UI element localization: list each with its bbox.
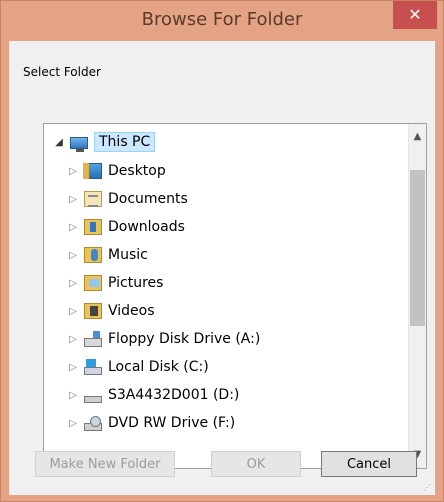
make-new-folder-button[interactable]: Make New Folder [35, 451, 175, 477]
expand-arrow-icon[interactable]: ▷ [66, 334, 80, 345]
tree-item-floppy[interactable]: ▷ Floppy Disk Drive (A:) [66, 327, 260, 351]
tree-item-label: Floppy Disk Drive (A:) [108, 331, 261, 347]
window-title: Browse For Folder [141, 9, 303, 30]
expand-arrow-icon[interactable]: ▷ [66, 194, 80, 205]
tree-item-label: S3A4432D001 (D:) [108, 387, 240, 403]
expand-arrow-icon[interactable]: ▷ [66, 306, 80, 317]
floppy-drive-icon [84, 331, 102, 347]
tree-item-pictures[interactable]: ▷ Pictures [66, 271, 163, 295]
computer-icon [70, 136, 88, 152]
title-bar[interactable]: Browse For Folder ✕ [1, 1, 443, 41]
tree-item-label: Documents [108, 191, 188, 207]
close-button[interactable]: ✕ [393, 1, 437, 29]
expand-arrow-icon[interactable]: ▷ [66, 222, 80, 233]
prompt-label: Select Folder [23, 65, 101, 79]
drive-icon [84, 396, 102, 403]
collapse-arrow-icon[interactable]: ◢ [52, 137, 66, 148]
tree-item-dvd[interactable]: ▷ DVD RW Drive (F:) [66, 411, 235, 435]
tree-item-documents[interactable]: ▷ Documents [66, 187, 188, 211]
browse-for-folder-dialog: Browse For Folder ✕ Select Folder ◢ This… [0, 0, 444, 502]
expand-arrow-icon[interactable]: ▷ [66, 362, 80, 373]
tree-item-downloads[interactable]: ▷ Downloads [66, 215, 185, 239]
tree-item-drive-d[interactable]: ▷ S3A4432D001 (D:) [66, 383, 239, 407]
tree-item-label: DVD RW Drive (F:) [108, 415, 236, 431]
tree-item-label: Pictures [108, 275, 164, 291]
pictures-folder-icon [84, 275, 102, 291]
ok-button[interactable]: OK [211, 451, 301, 477]
resize-grip-icon[interactable]: ⋰ [423, 483, 433, 493]
downloads-folder-icon [84, 219, 102, 235]
tree-item-videos[interactable]: ▷ Videos [66, 299, 155, 323]
dvd-drive-icon [84, 416, 102, 431]
documents-folder-icon [84, 191, 102, 207]
tree-item-label: This PC [94, 132, 156, 152]
dialog-body: Select Folder ◢ This PC ▷ Desktop ▷ Docu… [9, 41, 435, 495]
music-folder-icon [84, 247, 102, 263]
expand-arrow-icon[interactable]: ▷ [66, 418, 80, 429]
make-new-folder-label: Make New Folder [49, 456, 161, 472]
tree-item-local-disk[interactable]: ▷ Local Disk (C:) [66, 355, 209, 379]
desktop-folder-icon [83, 163, 102, 179]
cancel-button[interactable]: Cancel [321, 451, 417, 477]
cancel-label: Cancel [346, 456, 392, 472]
expand-arrow-icon[interactable]: ▷ [66, 166, 80, 177]
tree-item-this-pc[interactable]: ◢ This PC [52, 130, 156, 154]
local-disk-icon [84, 359, 102, 375]
tree-item-label: Downloads [108, 219, 185, 235]
tree-item-music[interactable]: ▷ Music [66, 243, 148, 267]
scroll-up-icon[interactable]: ▲ [409, 128, 426, 146]
ok-label: OK [246, 456, 266, 472]
expand-arrow-icon[interactable]: ▷ [66, 278, 80, 289]
tree-item-label: Local Disk (C:) [108, 359, 209, 375]
tree-item-label: Videos [108, 303, 155, 319]
tree-item-label: Desktop [108, 163, 166, 179]
tree-item-desktop[interactable]: ▷ Desktop [66, 159, 166, 183]
close-icon: ✕ [408, 5, 422, 24]
expand-arrow-icon[interactable]: ▷ [66, 390, 80, 401]
tree-item-label: Music [108, 247, 148, 263]
videos-folder-icon [84, 303, 102, 319]
expand-arrow-icon[interactable]: ▷ [66, 250, 80, 261]
folder-tree[interactable]: ◢ This PC ▷ Desktop ▷ Documents ▷ Downlo… [43, 123, 427, 469]
scrollbar-thumb[interactable] [410, 170, 425, 326]
vertical-scrollbar[interactable]: ▲ ▼ [408, 124, 426, 468]
